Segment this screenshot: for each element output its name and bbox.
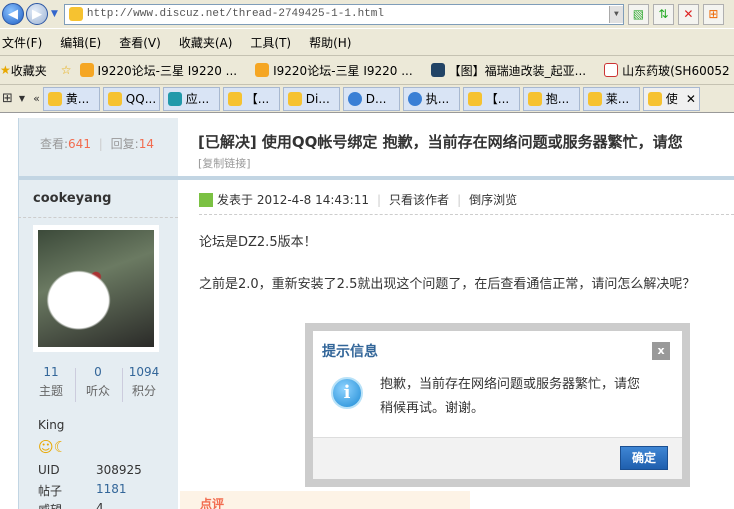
- browser-tab[interactable]: 应...: [162, 86, 220, 111]
- ie-icon: [347, 91, 362, 106]
- tab-bar: ⊞ ▼ « 黄... QQ... 应... 【... Di... D... 执.…: [0, 84, 734, 113]
- browser-tab-active[interactable]: 使 ✕: [642, 86, 700, 111]
- author-rank: King: [38, 418, 65, 432]
- dialog-footer: 确定: [313, 437, 682, 479]
- browser-tab[interactable]: QQ...: [102, 86, 160, 111]
- post-text: 之前是2.0，重新安装了2.5就出现这个问题了，在后查看通信正常，请问怎么解决呢…: [199, 277, 696, 292]
- sun-icon: ☺: [38, 438, 54, 456]
- thread-stats: 查看:641 | 回复:14: [40, 137, 154, 151]
- menu-file[interactable]: 文件(F): [2, 34, 50, 51]
- menu-bar: 文件(F) 编辑(E) 查看(V) 收藏夹(A) 工具(T) 帮助(H): [0, 28, 734, 55]
- history-dropdown-icon[interactable]: ▼: [51, 9, 58, 19]
- favorite-link[interactable]: 【图】福瑞迪改装_起亚...: [427, 62, 586, 79]
- forward-button[interactable]: ▶: [26, 3, 48, 25]
- favorites-button[interactable]: ★ 收藏夹: [0, 62, 47, 79]
- info-icon: i: [331, 377, 363, 409]
- close-dialog-button[interactable]: x: [652, 342, 670, 360]
- favicon-icon: [107, 91, 122, 106]
- level-icons: ☺☾: [38, 438, 67, 456]
- tab-list-dropdown[interactable]: ▼: [19, 94, 25, 103]
- only-author-link[interactable]: 只看该作者: [389, 191, 449, 208]
- browser-tab[interactable]: D...: [342, 86, 400, 111]
- menu-help[interactable]: 帮助(H): [309, 34, 359, 51]
- confirm-button[interactable]: 确定: [620, 446, 668, 470]
- reverse-order-link[interactable]: 倒序浏览: [469, 191, 517, 208]
- address-input[interactable]: http://www.discuz.net/thread-2749425-1-1…: [63, 3, 624, 25]
- uid-row: UID 308925: [38, 463, 142, 477]
- ie-icon: [407, 91, 422, 106]
- dialog-title: 提示信息: [322, 344, 378, 360]
- browser-tab[interactable]: 【...: [462, 86, 520, 111]
- menu-view[interactable]: 查看(V): [119, 34, 169, 51]
- divider: [18, 217, 178, 218]
- replies-count: 14: [138, 137, 154, 151]
- page-content: 查看:641 | 回复:14 [已解决] 使用QQ帐号绑定 抱歉，当前存在网络问…: [0, 113, 734, 509]
- divider: [199, 214, 734, 215]
- posts-row: 帖子 1181: [38, 482, 127, 498]
- address-dropdown-icon[interactable]: ▼: [608, 5, 623, 23]
- post-text: 论坛是DZ2.5版本！: [199, 235, 317, 250]
- stop-button[interactable]: ✕: [677, 3, 699, 25]
- review-section: 点评: [180, 491, 470, 509]
- back-button[interactable]: ◀: [2, 3, 24, 25]
- favicon-icon: [47, 91, 62, 106]
- thread-title: [已解决] 使用QQ帐号绑定 抱歉，当前存在网络问题或服务器繁忙，请您: [198, 133, 683, 151]
- close-tab-icon[interactable]: ✕: [686, 92, 696, 106]
- url-text: http://www.discuz.net/thread-2749425-1-1…: [86, 8, 384, 20]
- favorites-bar: ★ 收藏夹 ☆ I9220论坛-三星 I9220 ... I9220论坛-三星 I…: [0, 55, 734, 84]
- refresh-button[interactable]: ⇅: [652, 3, 674, 25]
- favicon-icon: [467, 91, 482, 106]
- browser-tab[interactable]: 抱...: [522, 86, 580, 111]
- copy-link[interactable]: [复制链接]: [198, 155, 251, 171]
- avatar[interactable]: [33, 225, 159, 352]
- favicon-icon: [287, 91, 302, 106]
- favicon-icon: [647, 91, 662, 106]
- stat-points[interactable]: 1094 积分: [118, 365, 170, 399]
- prestige-row: 威望4: [38, 501, 104, 509]
- stat-followers[interactable]: 0 听众: [72, 365, 124, 399]
- browser-tab[interactable]: 黄...: [42, 86, 100, 111]
- dialog-message: 抱歉，当前存在网络问题或服务器繁忙，请您 稍候再试。谢谢。: [380, 377, 641, 416]
- favicon-icon: [527, 91, 542, 106]
- alert-dialog: 提示信息 x i 抱歉，当前存在网络问题或服务器繁忙，请您 稍候再试。谢谢。 确定: [305, 323, 690, 487]
- browser-tab[interactable]: 【...: [222, 86, 280, 111]
- browser-tab[interactable]: Di...: [282, 86, 340, 111]
- quick-tabs-icon[interactable]: ⊞: [2, 91, 13, 106]
- avatar-image: [38, 230, 154, 347]
- views-count: 641: [68, 137, 91, 151]
- site-icon: [255, 63, 270, 77]
- site-icon: [604, 63, 619, 77]
- online-user-icon: [199, 192, 213, 207]
- favicon-icon: [227, 91, 242, 106]
- favicon-icon: [587, 91, 602, 106]
- favicon-icon: [68, 7, 83, 21]
- windows-logo-icon: ⊞: [702, 3, 724, 25]
- scroll-tabs-left[interactable]: «: [33, 92, 40, 105]
- menu-tools[interactable]: 工具(T): [250, 34, 299, 51]
- post-meta: 发表于 2012-4-8 14:43:11 | 只看该作者 | 倒序浏览: [199, 191, 517, 208]
- browser-tab[interactable]: 执...: [402, 86, 460, 111]
- moon-icon: ☾: [53, 438, 68, 456]
- favicon-icon: [167, 91, 182, 106]
- author-name[interactable]: cookeyang: [33, 191, 112, 206]
- favorite-link[interactable]: I9220论坛-三星 I9220 ...: [76, 62, 237, 79]
- compat-view-button[interactable]: ▧: [627, 3, 649, 25]
- site-icon: [430, 63, 445, 77]
- favorite-link[interactable]: I9220论坛-三星 I9220 ...: [251, 62, 413, 79]
- favorite-link[interactable]: 山东药玻(SH60052: [600, 62, 730, 79]
- add-favorite-icon[interactable]: ☆: [61, 63, 72, 77]
- address-toolbar: ◀ ▶ ▼ http://www.discuz.net/thread-27494…: [0, 0, 734, 28]
- header-divider: [18, 176, 734, 180]
- star-icon: ★: [0, 63, 11, 77]
- menu-favorites[interactable]: 收藏夹(A): [179, 34, 241, 51]
- menu-edit[interactable]: 编辑(E): [60, 34, 109, 51]
- site-icon: [79, 63, 94, 77]
- stat-threads[interactable]: 11 主题: [25, 365, 77, 399]
- browser-tab[interactable]: 莱...: [582, 86, 640, 111]
